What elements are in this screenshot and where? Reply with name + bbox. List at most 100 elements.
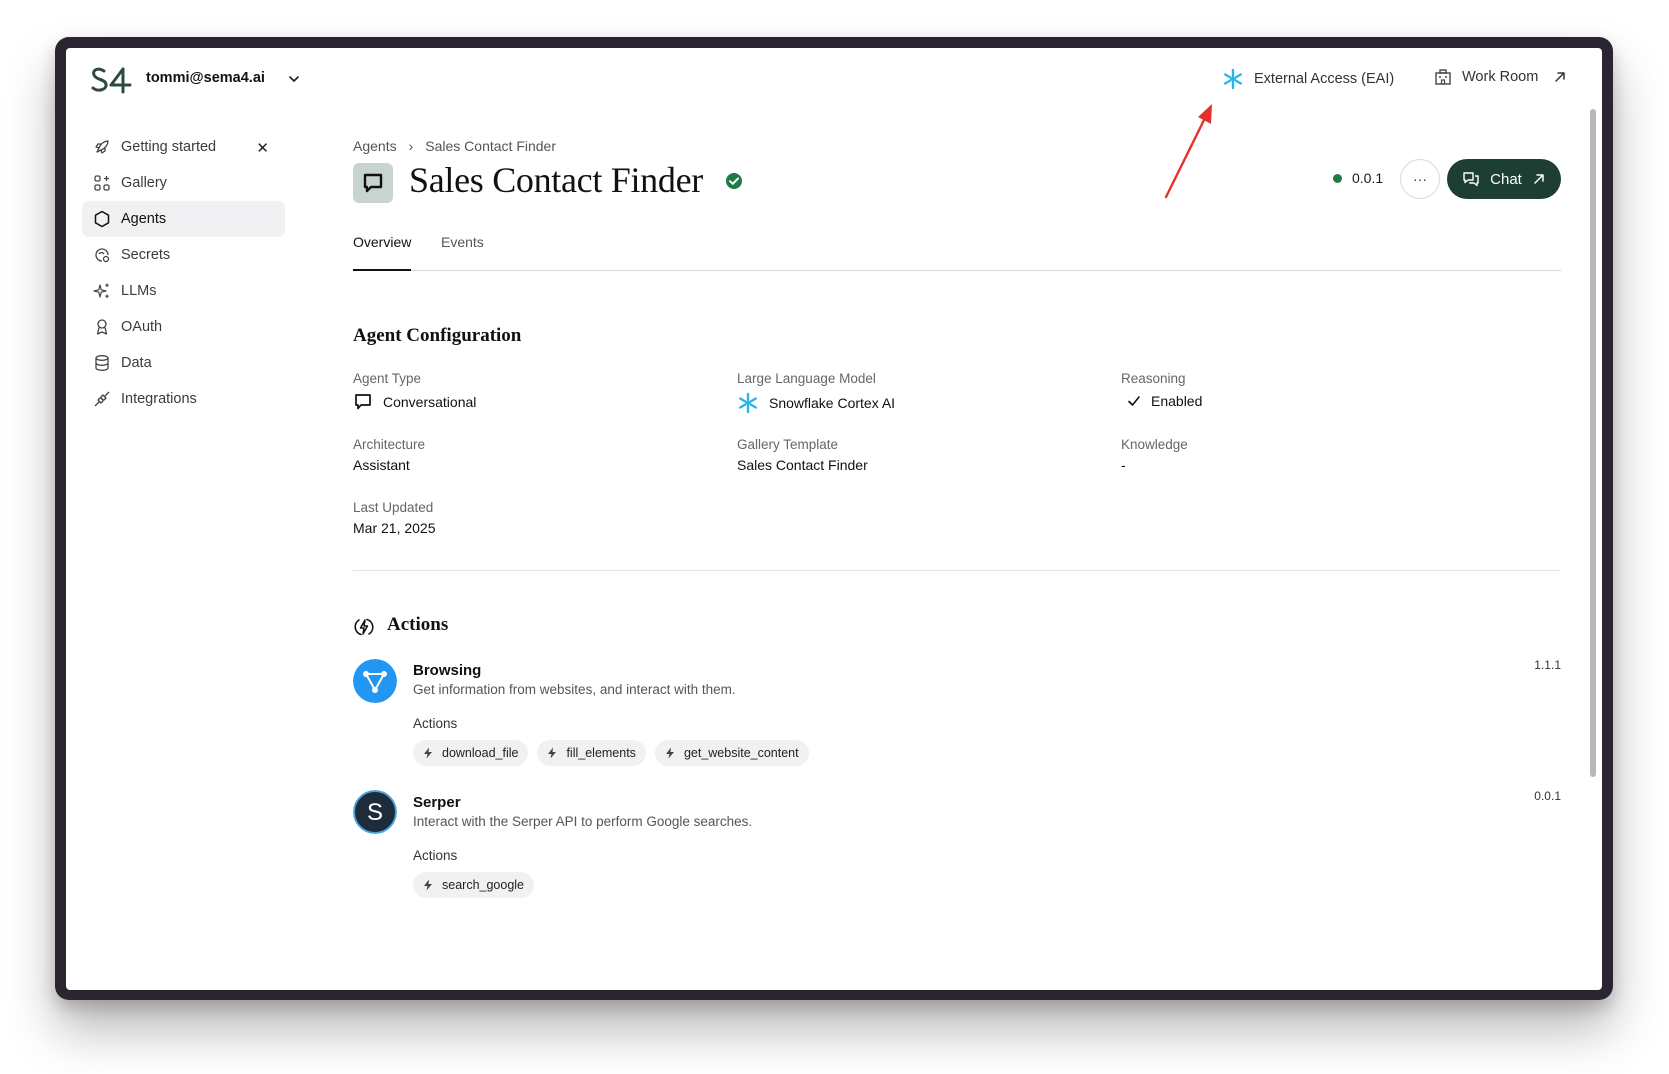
action-chip-label: get_website_content [683, 746, 799, 760]
lightning-icon [424, 747, 432, 759]
llm-value: Snowflake Cortex AI [737, 392, 895, 414]
knowledge-value: - [1121, 457, 1126, 473]
sidebar-item-data[interactable]: Data [82, 345, 285, 381]
sidebar: Getting started ✕ Gallery Agents Secrets [82, 129, 285, 417]
sidebar-item-oauth[interactable]: OAuth [82, 309, 285, 345]
rocket-icon [93, 138, 111, 156]
external-access-link[interactable]: External Access (EAI) [1222, 68, 1394, 90]
action-package-version: 0.0.1 [1534, 789, 1561, 803]
action-chip-label: search_google [442, 878, 525, 892]
chat-button-label: Chat [1490, 170, 1522, 188]
user-email[interactable]: tommi@sema4.ai [146, 70, 265, 86]
more-options-button[interactable]: ··· [1400, 159, 1440, 199]
last-updated-value: Mar 21, 2025 [353, 520, 436, 536]
checkmark-icon [1128, 396, 1140, 406]
chat-bubble-icon [363, 173, 383, 193]
action-chip[interactable]: search_google [413, 872, 535, 898]
agent-avatar [353, 163, 393, 203]
sidebar-item-integrations[interactable]: Integrations [82, 381, 285, 417]
action-package-description: Interact with the Serper API to perform … [413, 814, 753, 829]
tabs: Overview Events [353, 234, 1561, 271]
sidebar-item-label: OAuth [121, 319, 163, 335]
app-window: tommi@sema4.ai External Access (EAI) Wor… [66, 48, 1602, 990]
external-access-label: External Access (EAI) [1254, 71, 1395, 87]
external-link-icon [1555, 72, 1566, 82]
gallery-icon [93, 174, 111, 192]
action-chip-list: search_google [413, 872, 535, 898]
scrollbar[interactable] [1590, 109, 1596, 777]
chat-icon [1463, 172, 1479, 187]
action-package-description: Get information from websites, and inter… [413, 682, 736, 697]
sidebar-item-gallery[interactable]: Gallery [82, 165, 285, 201]
secrets-icon [93, 246, 111, 264]
sema4-logo[interactable] [90, 65, 132, 95]
section-title-actions: Actions [387, 614, 449, 635]
svg-text:S: S [367, 799, 383, 826]
action-chip[interactable]: get_website_content [654, 740, 809, 766]
action-package-name: Serper [413, 794, 461, 811]
work-room-label: Work Room [1462, 69, 1539, 85]
breadcrumb-separator: › [408, 138, 414, 154]
sidebar-item-label: Gallery [121, 175, 167, 191]
sidebar-item-secrets[interactable]: Secrets [82, 237, 285, 273]
sidebar-item-label: Data [121, 355, 152, 371]
last-updated-label: Last Updated [353, 500, 434, 515]
sidebar-item-agents[interactable]: Agents [82, 201, 285, 237]
close-icon[interactable]: ✕ [256, 139, 269, 157]
sparkles-icon [93, 282, 111, 300]
section-divider [353, 570, 1561, 571]
lightning-icon [424, 879, 432, 891]
lightning-icon [548, 747, 557, 759]
oauth-icon [93, 318, 111, 336]
gallery-template-value: Sales Contact Finder [737, 457, 868, 473]
chevron-down-icon[interactable] [287, 72, 301, 86]
annotation-arrow [1164, 104, 1212, 199]
tab-events[interactable]: Events [441, 234, 484, 271]
tab-overview[interactable]: Overview [353, 234, 412, 271]
action-package-sublabel: Actions [413, 716, 458, 731]
architecture-label: Architecture [353, 437, 426, 452]
database-icon [93, 354, 111, 372]
building-icon [1435, 69, 1451, 85]
page-title: Sales Contact Finder [409, 160, 703, 200]
architecture-value: Assistant [353, 457, 410, 473]
reasoning-label: Reasoning [1121, 371, 1186, 386]
external-link-icon [1534, 174, 1544, 184]
agent-type-label: Agent Type [353, 371, 422, 386]
knowledge-label: Knowledge [1121, 437, 1188, 452]
lightning-circle-icon [354, 618, 374, 636]
llm-text: Snowflake Cortex AI [769, 395, 896, 411]
action-package-version: 1.1.1 [1534, 658, 1561, 672]
reasoning-value: Enabled [1127, 393, 1202, 409]
lightning-icon [665, 747, 674, 759]
verified-check-icon [726, 173, 742, 189]
chat-bubble-icon [355, 394, 371, 410]
version-label: 0.0.1 [1352, 170, 1384, 186]
section-title-configuration: Agent Configuration [353, 325, 522, 346]
status-dot [1333, 173, 1342, 183]
chat-button[interactable]: Chat [1447, 159, 1561, 199]
breadcrumb: Agents › Sales Contact Finder [353, 138, 556, 154]
version-indicator: 0.0.1 [1333, 170, 1383, 186]
browsing-logo-icon [353, 659, 397, 703]
serper-logo-icon: S [353, 790, 397, 834]
work-room-link[interactable]: Work Room [1434, 68, 1568, 86]
sidebar-item-getting-started[interactable]: Getting started ✕ [82, 129, 285, 165]
action-chip-list: download_file fill_elements get_website_… [413, 740, 809, 766]
breadcrumb-agents-link[interactable]: Agents [353, 138, 397, 154]
reasoning-text: Enabled [1151, 393, 1203, 409]
sidebar-item-label: Secrets [121, 247, 171, 263]
action-package-name: Browsing [413, 662, 482, 679]
hexagon-icon [93, 210, 111, 228]
action-chip-label: fill_elements [566, 746, 636, 760]
agent-type-text: Conversational [383, 394, 477, 410]
sidebar-item-label: Integrations [121, 391, 197, 407]
plug-icon [93, 390, 111, 408]
breadcrumb-current: Sales Contact Finder [425, 138, 556, 154]
sidebar-item-llms[interactable]: LLMs [82, 273, 285, 309]
snowflake-icon [1224, 68, 1242, 90]
sidebar-item-label: Getting started [121, 139, 217, 155]
action-chip[interactable]: fill_elements [537, 740, 646, 766]
action-chip[interactable]: download_file [413, 740, 529, 766]
sidebar-item-label: LLMs [121, 283, 157, 299]
